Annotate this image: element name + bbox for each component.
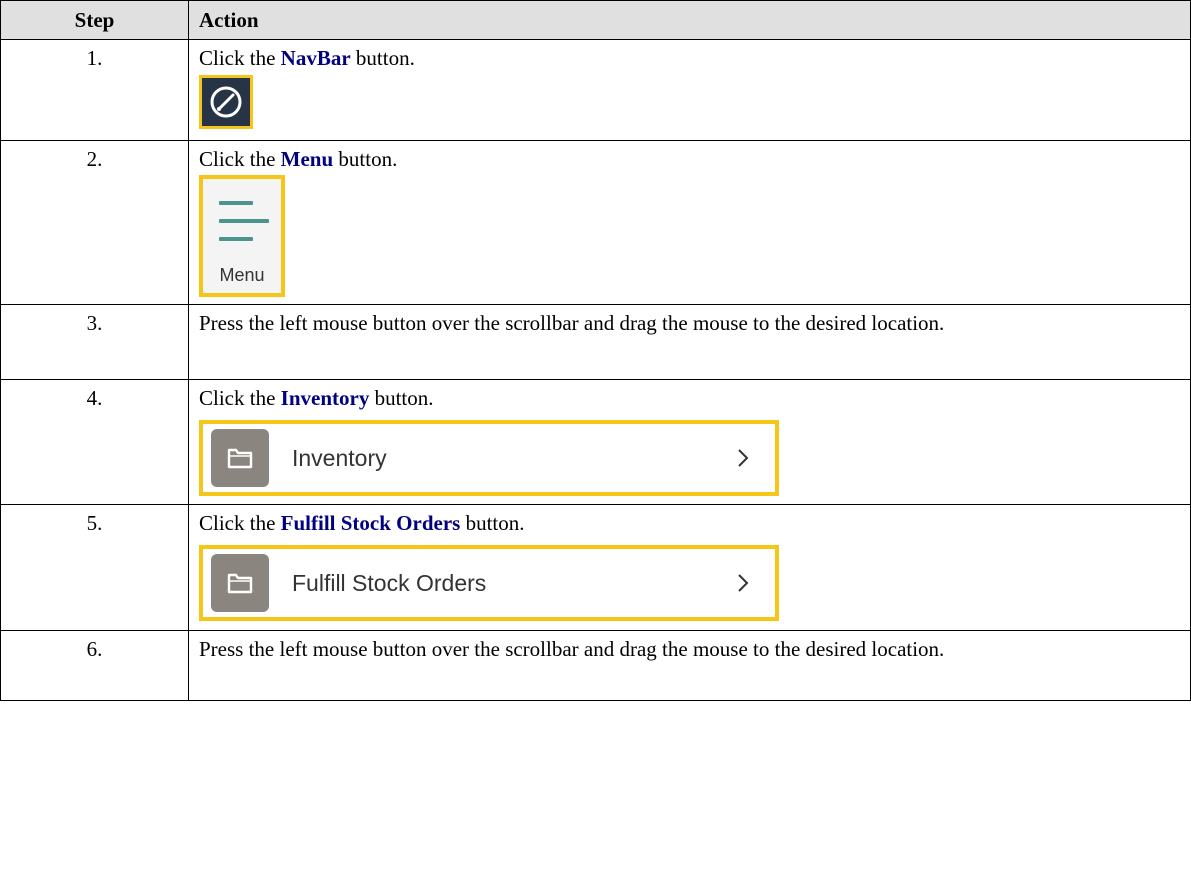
keyword: NavBar [280,46,351,70]
tile-label: Inventory [292,445,387,471]
step-action: Click the Inventory button. Inventory [188,379,1191,505]
table-row: 3. Press the left mouse button over the … [0,304,1191,380]
menu-label: Menu [219,265,265,285]
step-action: Press the left mouse button over the scr… [188,304,1191,380]
navbar-button-screenshot [199,75,253,129]
step-instruction: Click the NavBar button. [199,46,1180,70]
step-number: 4. [0,379,189,505]
table-row: 6. Press the left mouse button over the … [0,630,1191,701]
step-instruction: Click the Inventory button. [199,386,1180,410]
instruction-text: Click the [199,386,281,410]
table-row: 5. Click the Fulfill Stock Orders button… [0,504,1191,631]
table-header-row: Step Action [0,0,1191,40]
keyword: Menu [280,147,334,171]
instruction-text: Click the [199,511,281,535]
chevron-right-icon [738,449,749,467]
fulfill-stock-orders-button-screenshot: Fulfill Stock Orders [199,545,779,621]
instruction-text: button. [333,147,398,171]
instruction-text: Click the [199,147,281,171]
step-number: 2. [0,140,189,305]
chevron-right-icon [738,574,749,592]
instruction-text: Click the [199,46,281,70]
action-column-header: Action [188,0,1191,40]
instruction-text: button. [369,386,434,410]
compass-icon [210,86,242,118]
step-column-header: Step [0,0,189,40]
step-number: 6. [0,630,189,701]
step-number: 5. [0,504,189,631]
folder-icon [211,429,269,487]
keyword: Inventory [280,386,370,410]
step-number: 1. [0,39,189,141]
step-action: Click the NavBar button. [188,39,1191,141]
table-row: 4. Click the Inventory button. Inventory [0,379,1191,505]
instruction-text: button. [350,46,415,70]
folder-icon [211,554,269,612]
inventory-button-screenshot: Inventory [199,420,779,496]
step-action: Click the Fulfill Stock Orders button. F… [188,504,1191,631]
step-instruction: Click the Menu button. [199,147,1180,171]
instruction-text: button. [460,511,525,535]
step-instruction: Click the Fulfill Stock Orders button. [199,511,1180,535]
table-row: 2. Click the Menu button. Menu [0,140,1191,305]
step-number: 3. [0,304,189,380]
tile-label: Fulfill Stock Orders [292,570,487,596]
table-row: 1. Click the NavBar button. [0,39,1191,141]
steps-table: Step Action 1. Click the NavBar button. … [0,0,1191,701]
keyword: Fulfill Stock Orders [280,511,461,535]
step-action: Click the Menu button. Menu [188,140,1191,305]
step-action: Press the left mouse button over the scr… [188,630,1191,701]
menu-button-screenshot: Menu [199,175,285,297]
